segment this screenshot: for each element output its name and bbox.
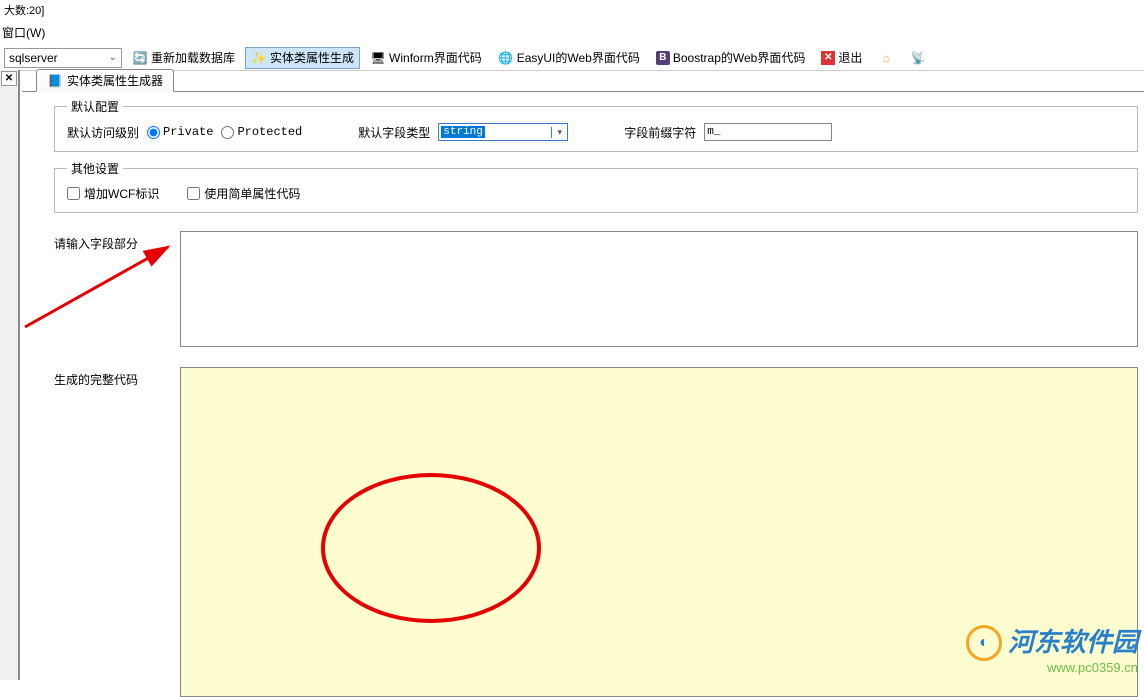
globe-icon: 🌐 (498, 50, 514, 66)
wcf-checkbox-input[interactable] (67, 187, 80, 200)
wcf-checkbox[interactable]: 增加WCF标识 (67, 185, 159, 202)
default-config-group: 默认配置 默认访问级别 Private Protected 默认字段类型 str… (54, 98, 1138, 152)
reload-db-button[interactable]: 🔄 重新加载数据库 (126, 47, 241, 69)
exit-icon: ✕ (821, 51, 835, 65)
other-settings-legend: 其他设置 (67, 160, 123, 177)
entity-gen-button[interactable]: ✨ 实体类属性生成 (245, 47, 360, 69)
output-area-label: 生成的完整代码 (54, 367, 180, 697)
radio-protected-input[interactable] (221, 126, 234, 139)
easyui-button[interactable]: 🌐 EasyUI的Web界面代码 (492, 47, 646, 69)
panel-close-button[interactable]: ✕ (1, 71, 17, 86)
rss-button[interactable]: 📡 (904, 47, 932, 69)
simple-prop-checkbox[interactable]: 使用简单属性代码 (187, 185, 300, 202)
tab-strip: 📘 实体类属性生成器 (22, 70, 1144, 92)
tab-icon: 📘 (47, 73, 63, 89)
radio-private-input[interactable] (147, 126, 160, 139)
radio-private-label: Private (163, 125, 213, 139)
winform-label: Winform界面代码 (389, 49, 482, 66)
menu-window[interactable]: 窗口(W) (2, 26, 45, 40)
rss-icon: 📡 (910, 50, 926, 66)
toolbar: sqlserver ⌄ 🔄 重新加载数据库 ✨ 实体类属性生成 🖥 Winfor… (0, 45, 1144, 71)
watermark-logo-icon: ◐ (966, 625, 1002, 661)
entity-gen-label: 实体类属性生成 (270, 49, 354, 66)
tab-entity-generator[interactable]: 📘 实体类属性生成器 (36, 69, 174, 92)
bootstrap-label: Boostrap的Web界面代码 (673, 49, 806, 66)
bootstrap-button[interactable]: B Boostrap的Web界面代码 (650, 47, 812, 69)
simple-prop-checkbox-input[interactable] (187, 187, 200, 200)
input-area-label: 请输入字段部分 (54, 231, 180, 347)
exit-label: 退出 (838, 49, 862, 66)
access-level-label: 默认访问级别 (67, 124, 139, 141)
radio-protected[interactable]: Protected (221, 125, 302, 139)
menu-bar: 窗口(W) (0, 20, 1144, 45)
other-settings-group: 其他设置 增加WCF标识 使用简单属性代码 (54, 160, 1138, 213)
home-icon: ⌂ (878, 50, 894, 66)
home-button[interactable]: ⌂ (872, 47, 900, 69)
exit-button[interactable]: ✕ 退出 (815, 47, 868, 69)
field-type-value: string (441, 126, 485, 138)
db-type-value: sqlserver (9, 51, 58, 65)
field-type-label: 默认字段类型 (358, 124, 430, 141)
input-area-row: 请输入字段部分 (54, 231, 1138, 347)
winform-button[interactable]: 🖥 Winform界面代码 (364, 47, 488, 69)
side-panel: ✕ (0, 70, 20, 680)
fields-input-textarea[interactable] (180, 231, 1138, 347)
chevron-down-icon: ⌄ (109, 52, 121, 63)
radio-private[interactable]: Private (147, 125, 213, 139)
bootstrap-icon: B (656, 51, 670, 65)
wcf-checkbox-label: 增加WCF标识 (84, 185, 159, 202)
default-config-legend: 默认配置 (67, 98, 123, 115)
title-fragment: 大数:20] (0, 0, 1144, 20)
reload-db-label: 重新加载数据库 (151, 49, 235, 66)
annotation-ellipse (321, 473, 541, 623)
form-icon: 🖥 (370, 50, 386, 66)
easyui-label: EasyUI的Web界面代码 (517, 49, 640, 66)
wand-icon: ✨ (251, 50, 267, 66)
main-area: 📘 实体类属性生成器 默认配置 默认访问级别 Private Protected… (22, 70, 1144, 680)
prefix-input[interactable] (704, 123, 832, 141)
db-type-select[interactable]: sqlserver ⌄ (4, 48, 122, 68)
simple-prop-checkbox-label: 使用简单属性代码 (204, 185, 300, 202)
field-type-select[interactable]: string ▾ (438, 123, 568, 141)
tab-content: 默认配置 默认访问级别 Private Protected 默认字段类型 str… (22, 92, 1144, 697)
prefix-label: 字段前缀字符 (624, 124, 696, 141)
refresh-icon: 🔄 (132, 50, 148, 66)
tab-title: 实体类属性生成器 (67, 72, 163, 89)
watermark-url: www.pc0359.cn (966, 661, 1138, 676)
watermark-title: 河东软件园 (1008, 628, 1138, 658)
radio-protected-label: Protected (237, 125, 302, 139)
watermark: ◐ 河东软件园 www.pc0359.cn (966, 625, 1138, 676)
chevron-down-icon: ▾ (551, 127, 567, 138)
